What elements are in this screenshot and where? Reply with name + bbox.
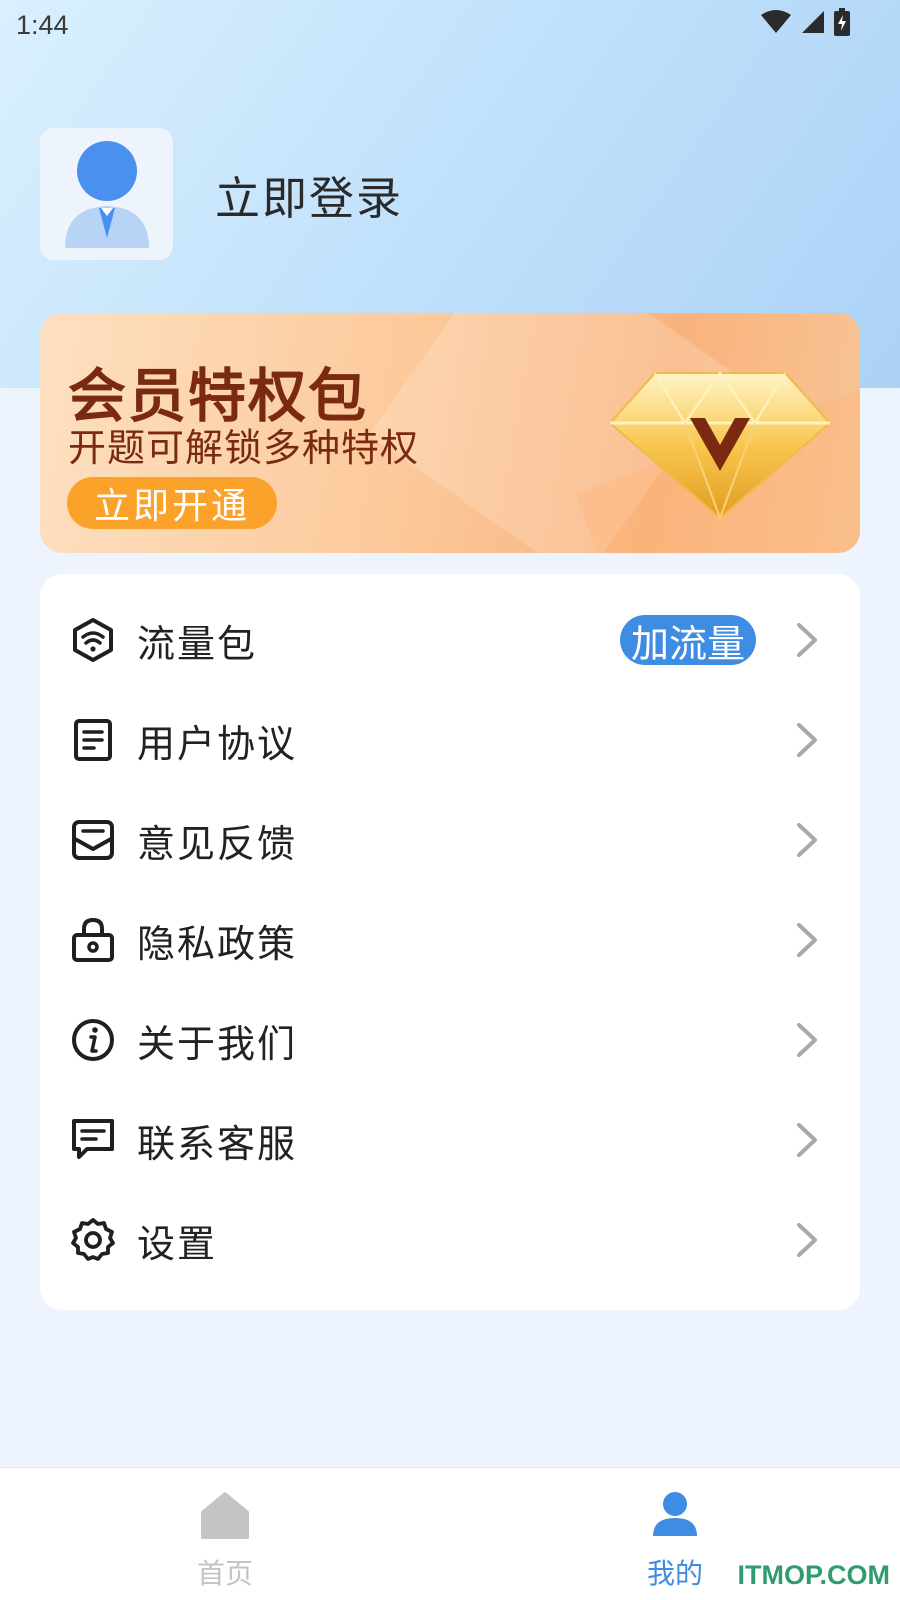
chevron-right-icon bbox=[792, 920, 822, 960]
menu-item-about-us[interactable]: 关于我们 bbox=[40, 990, 860, 1090]
chevron-right-icon bbox=[792, 1020, 822, 1060]
tab-label: 首页 bbox=[196, 1557, 253, 1590]
menu-item-settings[interactable]: 设置 bbox=[40, 1190, 860, 1290]
vip-banner[interactable]: 会员特权包 开题可解锁多种特权 立即开通 bbox=[40, 313, 860, 553]
menu-item-data-package[interactable]: 流量包 加流量 bbox=[40, 590, 860, 690]
user-avatar-icon bbox=[64, 141, 149, 248]
activate-vip-button[interactable]: 立即开通 bbox=[67, 477, 277, 529]
wifi-icon bbox=[760, 9, 792, 35]
menu-item-label: 联系客服 bbox=[137, 1121, 298, 1166]
data-package-icon bbox=[70, 617, 116, 663]
chat-icon bbox=[70, 1117, 116, 1163]
menu-item-feedback[interactable]: 意见反馈 bbox=[40, 790, 860, 890]
chevron-right-icon bbox=[792, 1120, 822, 1160]
status-bar: 1:44 bbox=[0, 0, 900, 50]
status-icons bbox=[760, 8, 850, 36]
menu-item-label: 设置 bbox=[137, 1221, 218, 1266]
home-icon bbox=[200, 1490, 250, 1544]
profile-section[interactable]: 立即登录 bbox=[40, 128, 403, 260]
battery-icon bbox=[834, 8, 850, 36]
status-time: 1:44 bbox=[16, 10, 69, 40]
gear-icon bbox=[70, 1217, 116, 1263]
menu-item-label: 意见反馈 bbox=[137, 821, 298, 866]
vip-diamond-icon bbox=[608, 371, 832, 521]
menu-item-privacy-policy[interactable]: 隐私政策 bbox=[40, 890, 860, 990]
avatar[interactable] bbox=[40, 128, 173, 260]
watermark: ITMOP.COM bbox=[737, 1560, 890, 1590]
tab-home[interactable]: 首页 bbox=[145, 1468, 305, 1600]
add-data-badge[interactable]: 加流量 bbox=[620, 615, 756, 666]
chevron-right-icon bbox=[792, 720, 822, 760]
tab-label: 我的 bbox=[646, 1557, 703, 1590]
menu-item-contact-support[interactable]: 联系客服 bbox=[40, 1090, 860, 1190]
menu-item-user-agreement[interactable]: 用户协议 bbox=[40, 690, 860, 790]
info-icon bbox=[70, 1017, 116, 1063]
document-icon bbox=[70, 717, 116, 763]
menu-item-label: 关于我们 bbox=[137, 1021, 298, 1066]
login-button[interactable]: 立即登录 bbox=[215, 162, 403, 227]
chevron-right-icon bbox=[792, 620, 822, 660]
vip-subtitle: 开题可解锁多种特权 bbox=[68, 426, 420, 470]
chevron-right-icon bbox=[792, 1220, 822, 1260]
menu-item-label: 用户协议 bbox=[137, 721, 298, 766]
chevron-right-icon bbox=[792, 820, 822, 860]
tab-mine[interactable]: 我的 bbox=[595, 1468, 755, 1600]
menu-item-label: 隐私政策 bbox=[137, 921, 298, 966]
signal-icon bbox=[800, 9, 826, 35]
menu-card: 流量包 加流量 用户协议 意见反馈 隐私政策 关于我们 联系客服 设置 bbox=[40, 574, 860, 1310]
feedback-mail-icon bbox=[70, 817, 116, 863]
person-icon bbox=[651, 1490, 699, 1542]
lock-icon bbox=[70, 917, 116, 963]
menu-item-label: 流量包 bbox=[137, 621, 258, 666]
